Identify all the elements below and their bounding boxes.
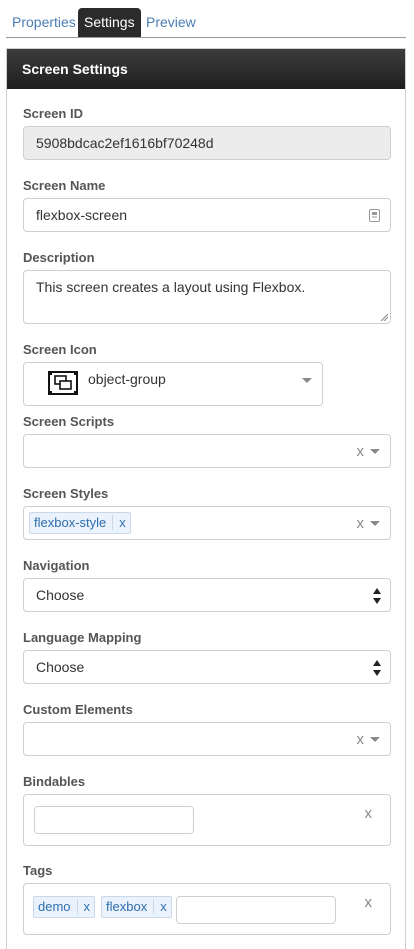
clear-icon[interactable]: x (365, 805, 373, 822)
tab-properties[interactable]: Properties (6, 8, 82, 38)
tag-chip: demo x (33, 896, 96, 918)
tags-field: demo x flexbox x x (23, 883, 391, 935)
screen-name-value: flexbox-screen (36, 207, 128, 223)
screen-id-field: 5908bdcac2ef1616bf70248d (23, 126, 391, 160)
bindables-input[interactable] (34, 806, 194, 834)
chevron-down-icon[interactable] (370, 449, 380, 454)
screen-settings-panel: Screen Settings Screen ID 5908bdcac2ef16… (6, 48, 406, 949)
style-tag: flexbox-style x (29, 512, 131, 534)
remove-tag-icon[interactable]: x (112, 515, 126, 530)
screen-icon-label: Screen Icon (23, 342, 97, 357)
chevron-down-icon (302, 378, 312, 383)
description-value: This screen creates a layout using Flexb… (36, 279, 306, 295)
screen-id-label: Screen ID (23, 106, 83, 121)
description-textarea[interactable]: This screen creates a layout using Flexb… (23, 270, 391, 324)
screen-styles-select[interactable]: flexbox-style x x (23, 506, 391, 540)
screen-scripts-select[interactable]: x (23, 434, 391, 468)
bindables-label: Bindables (23, 774, 86, 789)
screen-icon-select[interactable]: object-group (23, 362, 323, 406)
screen-id-value: 5908bdcac2ef1616bf70248d (36, 135, 214, 151)
navigation-select[interactable]: Choose (23, 578, 391, 612)
resize-handle-icon[interactable] (380, 313, 388, 321)
object-group-icon (48, 371, 78, 395)
description-label: Description (23, 250, 95, 265)
navigation-label: Navigation (23, 558, 90, 573)
remove-tag-icon[interactable]: x (153, 899, 167, 914)
tag-chip-label: flexbox (106, 899, 148, 914)
screen-scripts-label: Screen Scripts (23, 414, 115, 429)
language-mapping-value: Choose (36, 659, 85, 675)
remove-tag-icon[interactable]: x (76, 899, 91, 914)
up-down-arrows-icon (373, 588, 381, 604)
up-down-arrows-icon (373, 660, 381, 676)
clear-icon[interactable]: x (357, 515, 365, 532)
navigation-value: Choose (36, 587, 85, 603)
clear-icon[interactable]: x (365, 894, 373, 911)
style-tag-label: flexbox-style (34, 515, 107, 530)
screen-name-input[interactable]: flexbox-screen (23, 198, 391, 232)
panel-title: Screen Settings (7, 49, 405, 89)
tags-input[interactable] (176, 896, 336, 924)
tab-preview[interactable]: Preview (140, 8, 202, 38)
tag-chip-label: demo (38, 899, 71, 914)
tag-chip: flexbox x (101, 896, 172, 918)
clear-icon[interactable]: x (357, 443, 365, 460)
language-mapping-select[interactable]: Choose (23, 650, 391, 684)
tab-divider (6, 37, 406, 38)
custom-elements-label: Custom Elements (23, 702, 133, 717)
chevron-down-icon[interactable] (370, 521, 380, 526)
clear-icon[interactable]: x (357, 731, 365, 748)
chevron-down-icon[interactable] (370, 737, 380, 742)
custom-elements-select[interactable]: x (23, 722, 391, 756)
contact-card-icon (369, 209, 380, 222)
bindables-field: x (23, 794, 391, 846)
language-mapping-label: Language Mapping (23, 630, 142, 645)
tab-settings[interactable]: Settings (78, 8, 141, 37)
tags-label: Tags (23, 863, 53, 878)
screen-icon-value: object-group (88, 371, 166, 387)
screen-styles-label: Screen Styles (23, 486, 109, 501)
screen-name-label: Screen Name (23, 178, 106, 193)
tab-bar: Properties Settings Preview (0, 0, 414, 38)
